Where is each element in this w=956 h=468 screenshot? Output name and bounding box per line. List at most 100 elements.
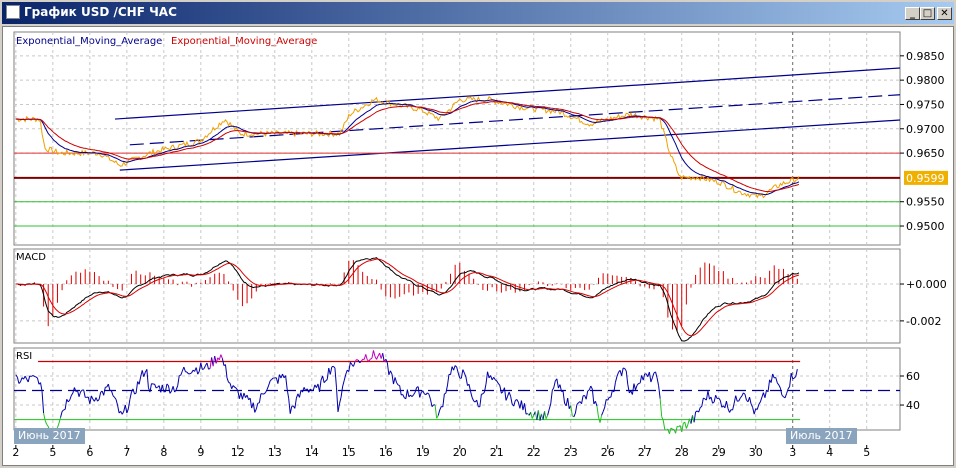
rsi-line-segment (490, 375, 493, 381)
channel-lower-line (119, 119, 901, 171)
rsi-line-segment (479, 394, 482, 407)
rsi-line-segment (335, 387, 339, 412)
rsi-line-segment (470, 391, 473, 398)
rsi-line-segment (186, 371, 189, 375)
rsi-line-segment (154, 383, 157, 389)
rsi-line-segment (531, 415, 535, 419)
rsi-line-segment (520, 400, 524, 411)
rsi-line-segment (333, 366, 336, 369)
rsi-line-segment (312, 384, 316, 391)
rsi-line-segment (135, 381, 139, 394)
rsi-line-segment (562, 391, 566, 404)
rsi-line-segment (516, 399, 519, 403)
rsi-line-segment (246, 394, 250, 400)
rsi-line-segment (786, 388, 789, 394)
rsi-line-segment (585, 390, 589, 400)
rsi-line-segment (413, 392, 416, 396)
rsi-line-segment (214, 355, 217, 364)
rsi-line-segment (656, 377, 660, 386)
rsi-line-segment (215, 357, 219, 364)
rsi-line-segment (372, 350, 376, 357)
rsi-line-segment (759, 397, 763, 403)
rsi-line-segment (655, 371, 658, 379)
rsi-line-segment (289, 406, 293, 414)
rsi-line-segment (95, 397, 99, 402)
rsi-line-segment (282, 373, 285, 379)
rsi-line-segment (232, 385, 236, 388)
rsi-line-segment (249, 398, 253, 409)
rsi-line-segment (127, 399, 131, 409)
rsi-line-segment (67, 399, 71, 403)
pane-border-0 (13, 31, 901, 246)
rsi-line-segment (115, 399, 119, 406)
rsi-line-segment (61, 409, 64, 412)
rsi-line-segment (203, 365, 206, 370)
rsi-line-segment (265, 389, 268, 393)
channel-middle-line (129, 94, 901, 146)
rsi-line-segment (329, 366, 333, 375)
rsi-line-segment (753, 408, 757, 415)
rsi-label: RSI (16, 351, 32, 362)
rsi-line-segment (551, 387, 555, 391)
rsi-line-segment (596, 406, 599, 418)
rsi-line-segment (497, 383, 501, 386)
rsi-line-segment (41, 391, 45, 414)
rsi-line-segment (544, 411, 547, 419)
rsi-line-segment (285, 375, 288, 390)
rsi-line-segment (189, 372, 192, 375)
rsi-line-segment (553, 380, 556, 388)
rsi-line-segment (229, 383, 233, 389)
rsi-line-segment (574, 404, 578, 414)
rsi-line-segment (718, 397, 721, 401)
rsi-line-segment (18, 381, 21, 384)
rsi-line-segment (659, 398, 663, 417)
rsi-line-segment (179, 374, 181, 377)
rsi-line-segment (376, 355, 379, 360)
rsi-line-segment (419, 392, 422, 398)
rsi-line-segment (713, 395, 717, 403)
rsi-line-segment (339, 396, 342, 404)
chart-canvas[interactable]: Exponential_Moving_Average Exponential_M… (0, 0, 956, 468)
rsi-line-segment (442, 393, 445, 407)
rsi-line-segment (434, 404, 438, 419)
rsi-line-segment (325, 379, 328, 382)
rsi-line-segment (631, 383, 635, 395)
y-tick-label: 0.9500 (906, 220, 945, 233)
rsi-line-segment (90, 395, 94, 400)
rsi-line-segment (503, 387, 507, 401)
rsi-line-segment (110, 390, 114, 396)
rsi-line-segment (658, 385, 661, 399)
rsi-line-segment (636, 383, 639, 386)
rsi-line-segment (725, 400, 729, 409)
rsi-line-segment (397, 384, 400, 387)
rsi-line-segment (456, 366, 459, 374)
legend-ema-slow: Exponential_Moving_Average (171, 36, 317, 47)
rsi-line-segment (27, 375, 31, 383)
y-tick-label: -0.002 (906, 315, 941, 328)
rsi-line-segment (627, 384, 630, 394)
rsi-line-segment (64, 399, 68, 410)
rsi-line-segment (623, 367, 625, 370)
y-tick-label: 0.9750 (906, 98, 945, 111)
rsi-line-segment (83, 389, 86, 398)
rsi-line-segment (770, 373, 774, 383)
rsi-line-segment (326, 367, 330, 380)
rsi-line-segment (471, 397, 475, 402)
rsi-line-segment (263, 392, 266, 395)
rsi-line-segment (743, 392, 746, 395)
rsi-line-segment (175, 385, 179, 390)
rsi-line-segment (591, 389, 595, 405)
rsi-line-segment (453, 365, 456, 371)
rsi-line-segment (699, 406, 703, 408)
rsi-line-segment (340, 386, 344, 398)
rsi-line-segment (610, 390, 613, 398)
rsi-line-segment (322, 375, 325, 383)
rsi-line-segment (80, 389, 83, 393)
rsi-line-segment (197, 371, 200, 375)
rsi-line-segment (508, 391, 512, 397)
rsi-line-segment (252, 402, 256, 413)
rsi-line-segment (473, 400, 476, 403)
rsi-line-segment (431, 404, 434, 408)
rsi-line-segment (103, 387, 106, 396)
rsi-line-segment (343, 374, 347, 381)
